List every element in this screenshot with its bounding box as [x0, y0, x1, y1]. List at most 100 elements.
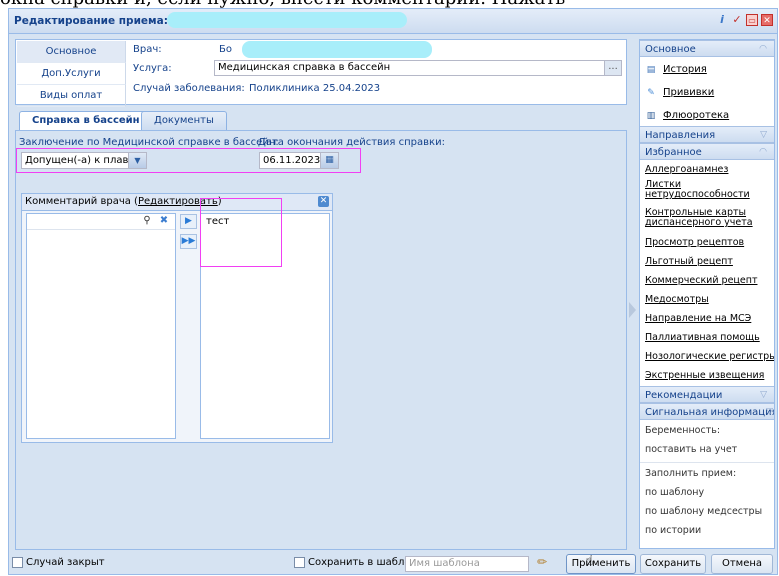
favorite-link[interactable]: Паллиативная помощь: [645, 332, 760, 343]
save-template-checkbox[interactable]: [294, 557, 305, 568]
favorite-link[interactable]: Нозологические регистры: [645, 351, 774, 362]
highlight-box-comment: [200, 198, 282, 267]
service-value: Медицинская справка в бассейн: [218, 62, 391, 73]
checkmark-icon[interactable]: ✓: [731, 14, 743, 26]
comment-close-icon[interactable]: ✕: [318, 196, 329, 207]
favorite-link[interactable]: Коммерческий рецепт: [645, 275, 757, 286]
tab-main[interactable]: Основное: [17, 41, 126, 63]
clear-icon[interactable]: ✖: [158, 215, 170, 227]
sidebar-header-signal-label: Сигнальная информация: [645, 407, 774, 418]
window-titlebar: Редактирование приема: Д i ✓ ▭ ✕: [9, 9, 777, 34]
comment-header: Комментарий врача (Редактировать) ✕: [22, 194, 332, 211]
hand-cursor-icon: ☝: [585, 553, 594, 569]
pregnancy-label: Беременность:: [645, 425, 721, 436]
favorite-link[interactable]: Направление на МСЭ: [645, 313, 751, 324]
doctor-comment-panel: Комментарий врача (Редактировать) ✕ ⚲ ✖ …: [21, 193, 333, 443]
sidebar-header-directions-label: Направления: [645, 130, 716, 141]
save-template-label: Сохранить в шаблон:: [308, 557, 421, 568]
comment-title: Комментарий врача (Редактировать): [25, 196, 222, 207]
favorite-link[interactable]: Просмотр рецептов: [645, 237, 744, 248]
minimize-icon[interactable]: ▭: [746, 14, 758, 26]
save-button[interactable]: Сохранить: [640, 554, 706, 574]
chevron-down-icon: ▽: [760, 130, 767, 140]
service-picker-button[interactable]: ...: [604, 61, 621, 75]
case-label: Случай заболевания:: [133, 83, 245, 94]
chevron-down-icon: ▽: [766, 407, 773, 417]
window-title: Редактирование приема: Д: [14, 15, 181, 27]
available-comments-list[interactable]: ⚲ ✖: [26, 213, 176, 439]
redacted-doctor-name: [242, 41, 432, 58]
doctor-value: Бо: [219, 44, 232, 55]
sidebar-item-history-label[interactable]: История: [663, 64, 707, 75]
apply-button[interactable]: Применить: [566, 554, 636, 574]
bottom-toolbar: Случай закрыт Сохранить в шаблон: Имя ша…: [9, 551, 777, 575]
tab-documents[interactable]: Документы: [141, 111, 227, 130]
favorite-link[interactable]: Льготный рецепт: [645, 256, 733, 267]
chevron-down-icon: ▽: [760, 390, 767, 400]
transfer-buttons: ▶ ▶▶: [178, 213, 198, 439]
sidebar-header-signal[interactable]: Сигнальная информация ▽: [640, 403, 774, 420]
doctor-label: Врач:: [133, 44, 162, 55]
sidebar-header-main[interactable]: Основное ◠: [640, 40, 774, 57]
sidebar-item-vaccinations[interactable]: ✎ Прививки: [645, 87, 714, 98]
fill-by-template-link[interactable]: по шаблону: [645, 487, 704, 498]
syringe-icon: ✎: [647, 87, 655, 98]
favorite-link[interactable]: Аллергоанамнез: [645, 164, 728, 175]
sidebar-item-vaccinations-label[interactable]: Прививки: [663, 87, 714, 98]
panel-splitter[interactable]: [629, 299, 637, 321]
edit-visit-window: Редактирование приема: Д i ✓ ▭ ✕ Основно…: [8, 8, 778, 575]
sidebar-header-recommendations-label: Рекомендации: [645, 390, 723, 401]
fill-by-nurse-template-link[interactable]: по шаблону медсестры: [645, 506, 762, 517]
sidebar-header-main-label: Основное: [645, 44, 696, 55]
visit-header-panel: Основное Доп.Услуги Виды оплат Врач: Бо …: [15, 39, 627, 107]
end-date-label: Дата окончания действия справки:: [258, 137, 445, 148]
titlebar-tools: i ✓ ▭ ✕: [716, 14, 773, 26]
list-toolbar: ⚲ ✖: [27, 214, 175, 230]
sidebar-item-fluorotheque-label[interactable]: Флюоротека: [663, 110, 729, 121]
sidebar-header-favorites-label: Избранное: [645, 147, 702, 158]
template-name-input[interactable]: Имя шаблона: [405, 556, 529, 572]
pencil-icon[interactable]: ✏: [537, 555, 547, 569]
case-closed-label: Случай закрыт: [26, 557, 105, 568]
history-icon: ▤: [646, 64, 656, 75]
collapse-arrow-icon: [629, 302, 636, 318]
redacted-patient-name: [167, 12, 407, 28]
fill-by-history-link[interactable]: по истории: [645, 525, 701, 536]
cancel-button[interactable]: Отмена: [711, 554, 773, 574]
service-label: Услуга:: [133, 63, 172, 74]
binoculars-icon[interactable]: ⚲: [141, 215, 153, 227]
case-closed-checkbox[interactable]: [12, 557, 23, 568]
sidebar-header-recommendations[interactable]: Рекомендации ▽: [640, 386, 774, 403]
tab-pool-certificate[interactable]: Справка в бассейн: [19, 111, 153, 131]
right-sidebar: Основное ◠ ▤ История ✎ Прививки ▥ Флюоротека…: [639, 39, 775, 549]
sidebar-header-favorites[interactable]: Избранное ◠: [640, 143, 774, 160]
background-page-text: окна справки и, если нужно, внести комме…: [0, 0, 779, 8]
tab-payment-types[interactable]: Виды оплат: [17, 85, 126, 107]
pregnancy-register-link[interactable]: поставить на учет: [645, 444, 737, 455]
chevron-up-icon: ◠: [759, 44, 767, 54]
favorite-link[interactable]: Экстренные извещения: [645, 370, 764, 381]
favorite-link[interactable]: Медосмотры: [645, 294, 709, 305]
highlight-box-fields: [16, 148, 361, 173]
xray-icon: ▥: [646, 110, 656, 121]
info-icon[interactable]: i: [716, 14, 728, 26]
sidebar-item-fluorotheque[interactable]: ▥ Флюоротека: [645, 110, 729, 121]
favorite-link[interactable]: Контрольные карты диспансерного учета: [645, 208, 771, 228]
background-page-strip: окна справки и, если нужно, внести комме…: [0, 0, 779, 8]
sidebar-item-history[interactable]: ▤ История: [645, 64, 707, 75]
close-icon[interactable]: ✕: [761, 14, 773, 26]
sidebar-divider: [640, 462, 774, 463]
service-field[interactable]: Медицинская справка в бассейн ...: [214, 60, 622, 76]
template-name-placeholder: Имя шаблона: [409, 558, 480, 569]
conclusion-label: Заключение по Медицинской справке в басс…: [19, 137, 279, 148]
sidebar-header-directions[interactable]: Направления ▽: [640, 126, 774, 143]
move-all-right-icon[interactable]: ▶▶: [180, 234, 197, 249]
case-value: Поликлиника 25.04.2023: [249, 83, 381, 94]
tab-extra-services[interactable]: Доп.Услуги: [17, 63, 126, 85]
fill-visit-label: Заполнить прием:: [645, 468, 737, 479]
move-right-icon[interactable]: ▶: [180, 214, 197, 229]
comment-label: Комментарий врача (: [25, 196, 138, 207]
chevron-up-icon: ◠: [759, 147, 767, 157]
favorite-link[interactable]: Листки нетрудоспособности: [645, 180, 771, 200]
pool-certificate-form: Заключение по Медицинской справке в басс…: [15, 130, 627, 550]
